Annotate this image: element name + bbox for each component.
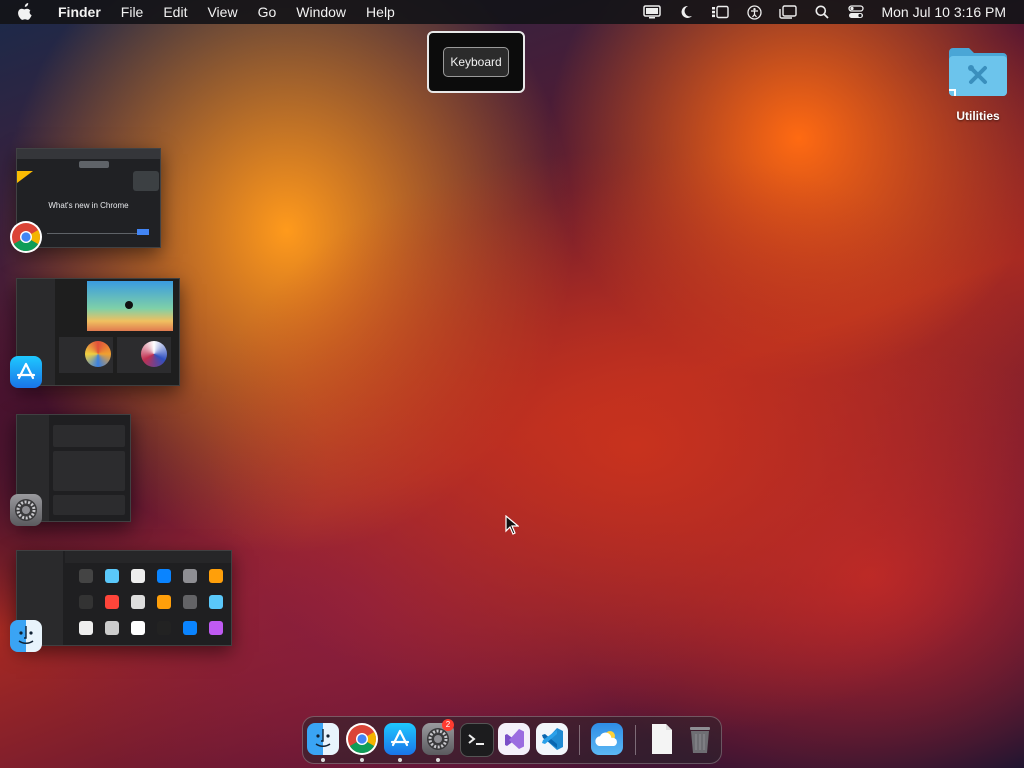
thumb-group-1 xyxy=(53,425,125,447)
folder-label: Utilities xyxy=(956,109,1000,123)
running-indicator xyxy=(360,758,364,762)
thumb-graphic xyxy=(133,171,159,191)
chrome-thumb-title: What's new in Chrome xyxy=(48,201,129,210)
search-icon[interactable] xyxy=(812,4,832,20)
thumb-arrow xyxy=(137,229,149,235)
running-indicator xyxy=(436,758,440,762)
dock-vscode-icon[interactable] xyxy=(536,723,568,755)
menu-bar: Finder File Edit View Go Window Help Mon… xyxy=(0,0,1024,24)
thumb-line xyxy=(47,233,147,234)
stage-manager-icon[interactable] xyxy=(710,4,730,20)
keyboard-tooltip: Keyboard xyxy=(427,31,525,93)
dock-visual-studio-icon[interactable] xyxy=(498,723,530,755)
dock-document-icon[interactable] xyxy=(646,723,678,755)
mouse-cursor-icon xyxy=(505,514,520,540)
thumb-decoration xyxy=(17,171,33,183)
accessibility-icon[interactable] xyxy=(744,4,764,20)
finder-icon[interactable] xyxy=(10,620,42,652)
menu-file[interactable]: File xyxy=(111,0,154,24)
thumb-tabbar xyxy=(17,149,160,159)
dock-chrome-icon[interactable] xyxy=(346,723,378,755)
thumb-art-1 xyxy=(85,341,111,367)
app-store-icon[interactable] xyxy=(10,356,42,388)
thumb-toolbar xyxy=(65,551,231,563)
chrome-icon[interactable] xyxy=(10,221,42,253)
finder-window-thumbnail[interactable] xyxy=(16,550,232,646)
dock-app-store-icon[interactable] xyxy=(384,723,416,755)
menubar-clock[interactable]: Mon Jul 10 3:16 PM xyxy=(881,4,1006,20)
thumb-pill xyxy=(79,161,109,168)
thumb-art-2 xyxy=(141,341,167,367)
dock xyxy=(302,716,722,764)
window-icon[interactable] xyxy=(778,4,798,20)
menu-window[interactable]: Window xyxy=(286,0,356,24)
dock-trash-icon[interactable] xyxy=(684,723,716,755)
keyboard-button[interactable]: Keyboard xyxy=(443,47,509,77)
dock-weather-icon[interactable] xyxy=(591,723,623,755)
menu-finder[interactable]: Finder xyxy=(48,0,111,24)
thumb-grid xyxy=(77,569,227,641)
dock-separator xyxy=(579,725,580,755)
dock-terminal-icon[interactable] xyxy=(460,723,494,757)
running-indicator xyxy=(321,758,325,762)
notification-badge: 2 xyxy=(442,719,454,731)
menu-help[interactable]: Help xyxy=(356,0,405,24)
thumb-group-2 xyxy=(53,451,125,491)
moon-icon[interactable] xyxy=(676,4,696,20)
thumb-play xyxy=(125,301,133,309)
display-icon[interactable] xyxy=(642,4,662,20)
menu-view[interactable]: View xyxy=(197,0,247,24)
thumb-group-3 xyxy=(53,495,125,515)
desktop-folder-utilities[interactable]: Utilities xyxy=(946,44,1010,123)
folder-icon xyxy=(946,44,1010,103)
menu-edit[interactable]: Edit xyxy=(153,0,197,24)
dock-finder-icon[interactable] xyxy=(307,723,339,755)
system-settings-icon[interactable] xyxy=(10,494,42,526)
apple-menu-icon[interactable] xyxy=(16,3,34,21)
status-area: Mon Jul 10 3:16 PM xyxy=(635,0,1024,24)
menu-go[interactable]: Go xyxy=(248,0,287,24)
dock-separator xyxy=(635,725,636,755)
running-indicator xyxy=(398,758,402,762)
control-center-icon[interactable] xyxy=(846,4,866,20)
